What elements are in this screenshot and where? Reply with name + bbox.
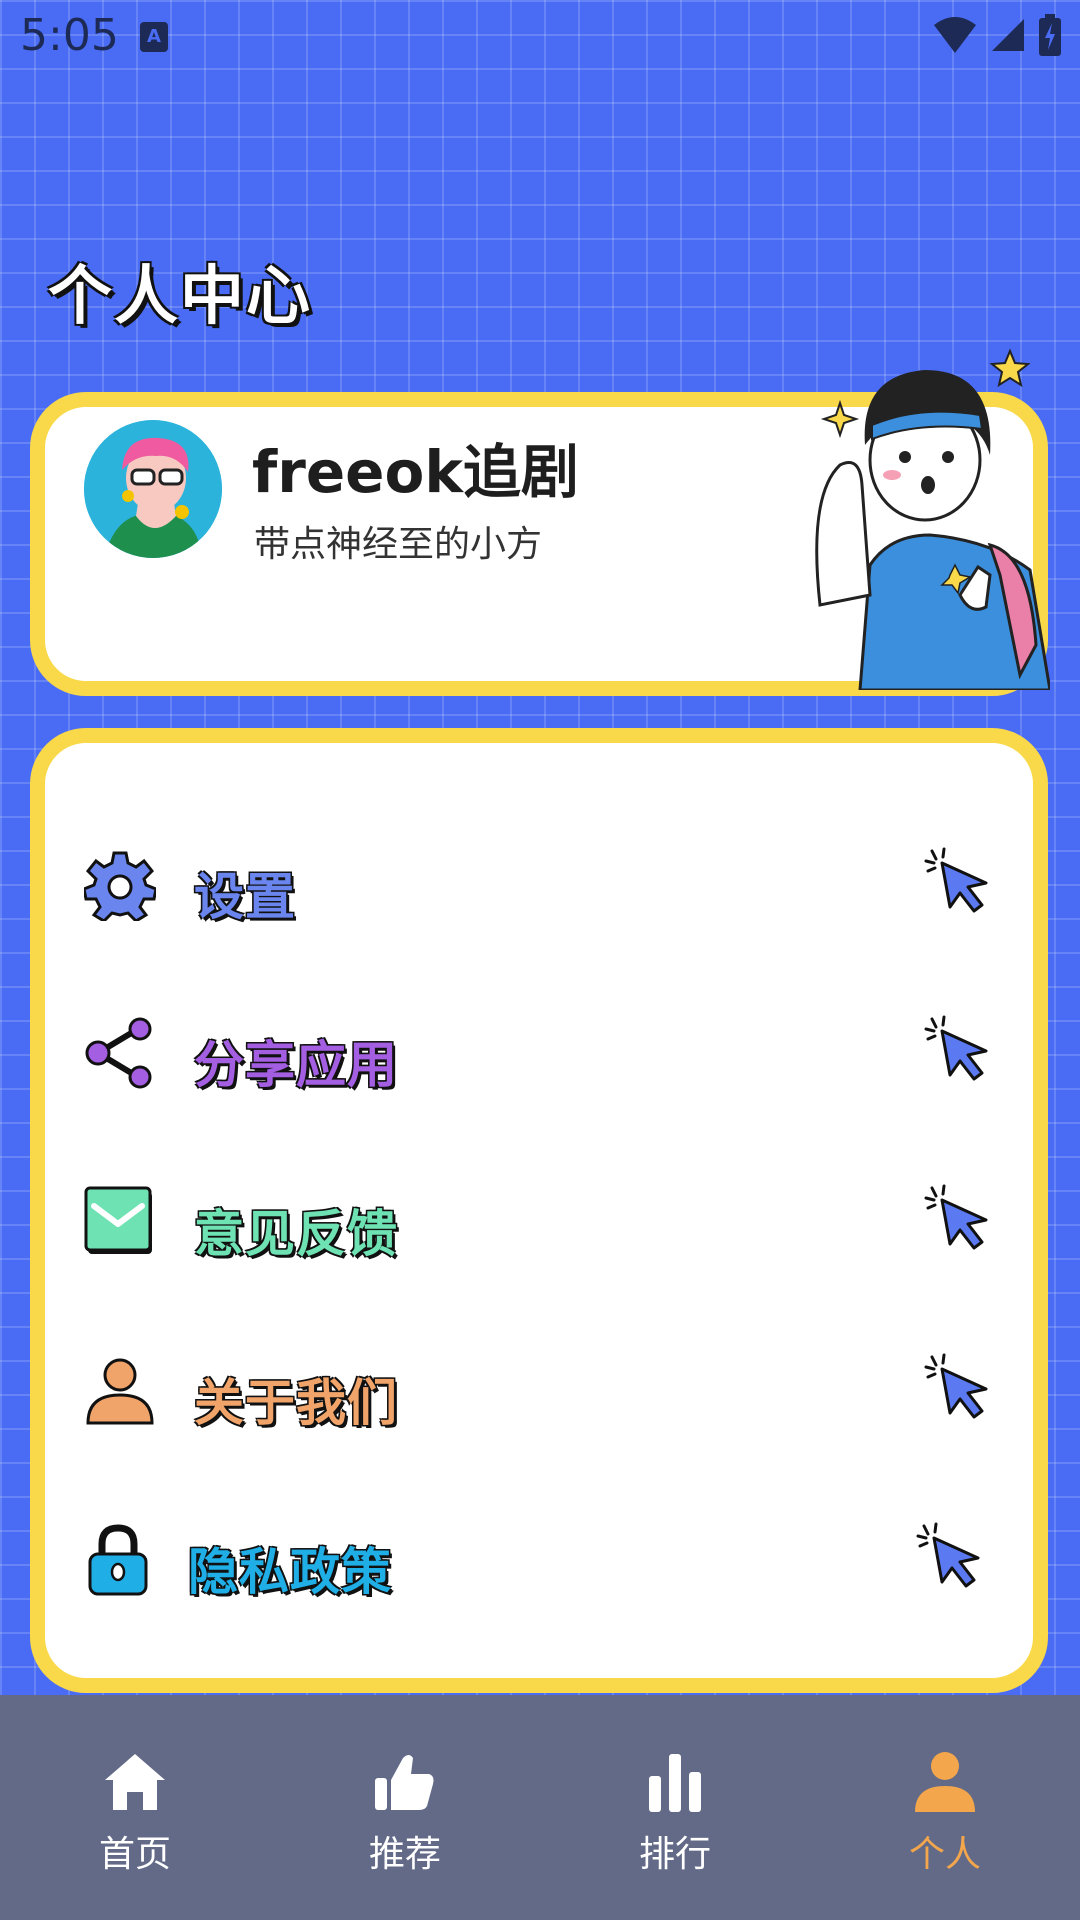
nav-ranking[interactable]: 排行 — [540, 1695, 810, 1920]
gear-icon — [84, 851, 156, 921]
nav-recommend[interactable]: 推荐 — [270, 1695, 540, 1920]
menu-label-privacy: 隐私政策 — [188, 1543, 392, 1601]
menu-label-about: 关于我们 — [194, 1374, 398, 1432]
status-bar: 5:05 A — [0, 0, 1080, 72]
a-icon: A — [140, 22, 168, 52]
menu-item-privacy[interactable]: 隐私政策 — [84, 1510, 1004, 1610]
cursor-click-icon — [924, 1184, 988, 1250]
status-time: 5:05 — [20, 10, 119, 61]
nav-home[interactable]: 首页 — [0, 1695, 270, 1920]
cursor-click-icon — [916, 1522, 980, 1588]
menu-label-settings: 设置 — [194, 868, 296, 926]
nav-label-profile: 个人 — [908, 1834, 981, 1875]
nav-label-recommend: 推荐 — [368, 1834, 441, 1875]
avatar-illustration — [84, 420, 222, 558]
page-title: 个人中心 — [48, 260, 312, 334]
bar-chart-icon — [649, 1754, 701, 1812]
battery-charging-icon — [1039, 14, 1061, 56]
nav-profile[interactable]: 个人 — [810, 1695, 1080, 1920]
menu-label-share: 分享应用 — [194, 1036, 398, 1094]
menu-item-about[interactable]: 关于我们 — [84, 1341, 1004, 1441]
profile-bio: 带点神经至的小方 — [254, 524, 543, 565]
signal-icon — [992, 19, 1024, 51]
menu-item-feedback[interactable]: 意见反馈 — [84, 1172, 1004, 1272]
mail-icon — [84, 1186, 152, 1254]
person-icon — [86, 1358, 154, 1425]
home-icon — [105, 1754, 165, 1810]
cursor-click-icon — [924, 1353, 988, 1419]
profile-name: freeok追剧 — [252, 438, 579, 506]
cursor-click-icon — [924, 847, 988, 913]
mascot-illustration — [815, 348, 1050, 690]
nav-label-home: 首页 — [98, 1834, 171, 1875]
menu-label-feedback: 意见反馈 — [194, 1205, 398, 1263]
avatar[interactable] — [84, 420, 222, 558]
lock-icon — [88, 1524, 148, 1596]
person-icon — [915, 1752, 975, 1812]
bottom-nav: 首页 推荐 排行 个人 — [0, 1695, 1080, 1920]
menu-item-share[interactable]: 分享应用 — [84, 1003, 1004, 1103]
wifi-icon — [934, 17, 976, 53]
status-icons — [932, 14, 1062, 56]
nav-label-ranking: 排行 — [638, 1834, 711, 1875]
menu-item-settings[interactable]: 设置 — [84, 835, 1004, 935]
share-icon — [85, 1017, 152, 1089]
thumbs-up-icon — [375, 1755, 434, 1810]
cursor-click-icon — [924, 1015, 988, 1081]
